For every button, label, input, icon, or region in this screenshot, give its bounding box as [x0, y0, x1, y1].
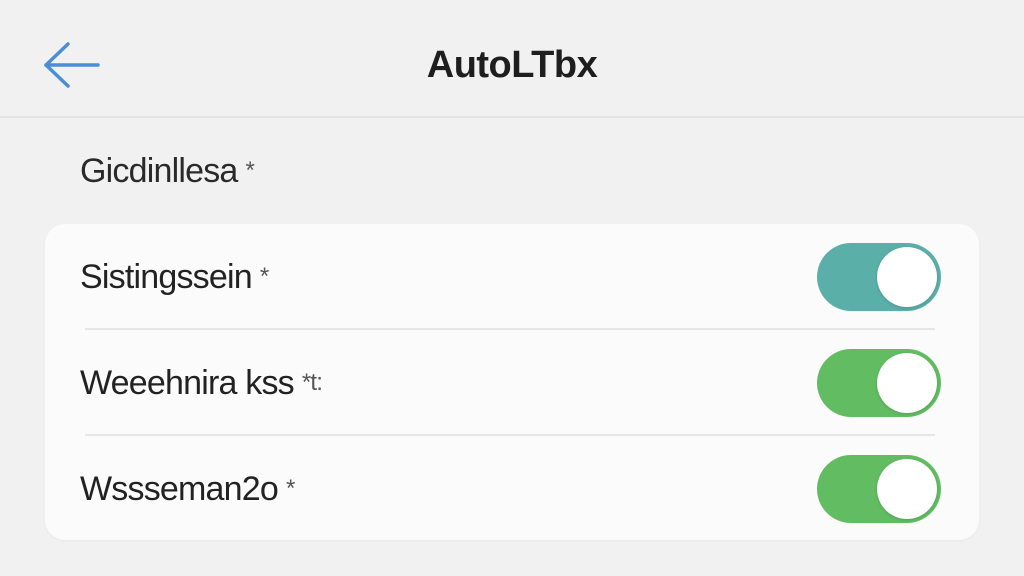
toggle-knob	[877, 247, 937, 307]
section-title: Gicdinllesa	[80, 152, 238, 190]
setting-label-text: Wssseman2o	[80, 470, 279, 508]
setting-label-text: Sistingssein	[80, 258, 253, 296]
section-header: Gicdinllesa *	[80, 146, 255, 196]
page-title: AutoLTbx	[426, 44, 598, 86]
section-marker: *	[245, 157, 255, 184]
setting-label: Wssseman2o *	[80, 464, 295, 514]
setting-marker: *t:	[301, 369, 323, 396]
setting-label: Weeehnira kss *t:	[80, 358, 323, 408]
setting-label: Sistingssein *	[80, 252, 269, 302]
toggle-knob	[877, 459, 937, 519]
setting-row[interactable]: Wssseman2o *	[45, 436, 979, 541]
settings-card: Sistingssein * Weeehnira kss *t: Wssseman2…	[45, 224, 979, 540]
toggle-switch[interactable]	[817, 349, 941, 417]
toggle-switch[interactable]	[817, 455, 941, 523]
setting-row[interactable]: Weeehnira kss *t:	[45, 330, 979, 435]
setting-marker: *	[259, 263, 269, 290]
setting-label-text: Weeehnira kss	[80, 364, 295, 402]
setting-marker: *	[285, 475, 295, 502]
toggle-switch[interactable]	[817, 243, 941, 311]
toggle-knob	[877, 353, 937, 413]
setting-row[interactable]: Sistingssein *	[45, 224, 979, 329]
top-app-bar: AutoLTbx	[0, 0, 1024, 118]
